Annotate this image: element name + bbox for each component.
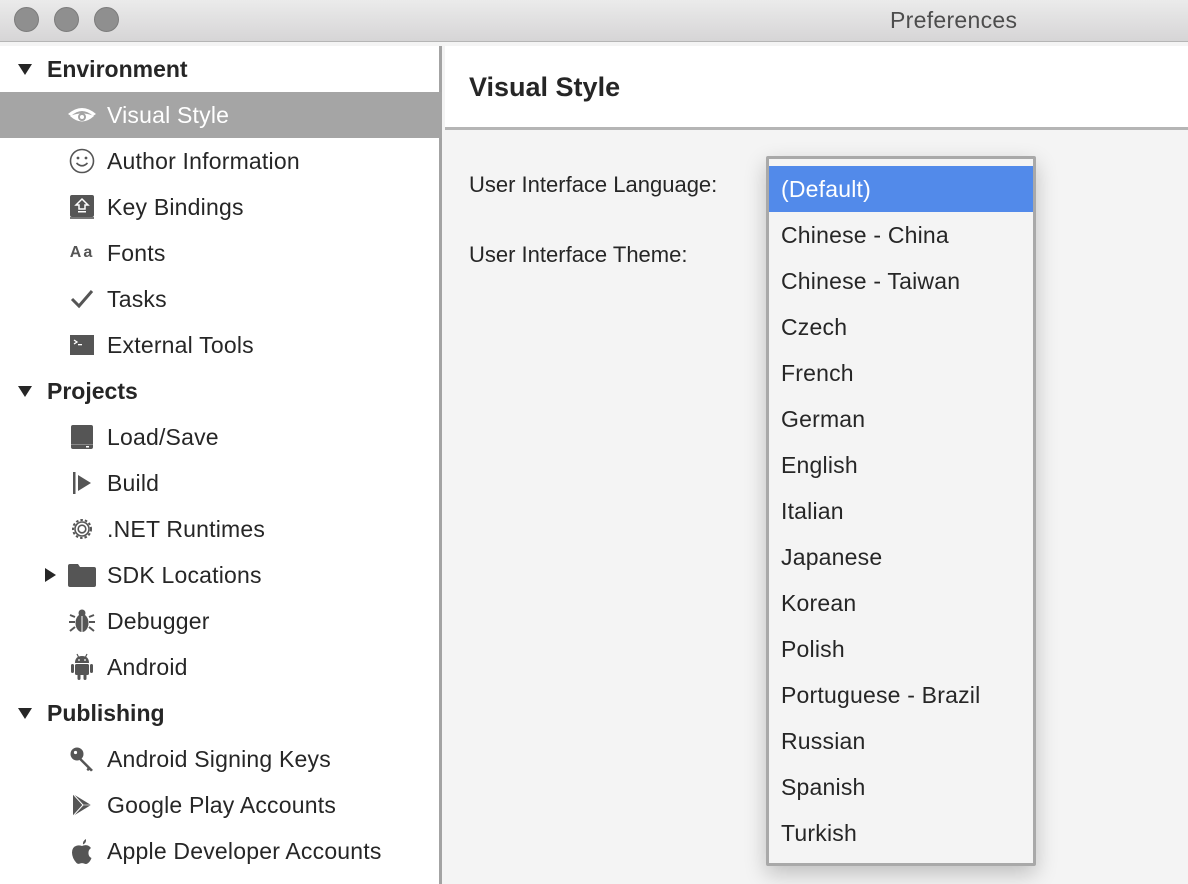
apple-icon xyxy=(66,835,98,867)
language-option[interactable]: Chinese - China xyxy=(769,212,1033,258)
sidebar-item-google-play-accounts[interactable]: Google Play Accounts xyxy=(0,782,442,828)
sidebar-item-debugger[interactable]: Debugger xyxy=(0,598,442,644)
sidebar-item-load-save[interactable]: Load/Save xyxy=(0,414,442,460)
language-option[interactable]: Japanese xyxy=(769,534,1033,580)
language-option[interactable]: Czech xyxy=(769,304,1033,350)
sidebar-item-label: Author Information xyxy=(107,147,300,174)
language-dropdown-menu[interactable]: (Default) Chinese - China Chinese - Taiw… xyxy=(766,156,1036,866)
language-label: User Interface Language: xyxy=(469,172,718,197)
page-title: Visual Style xyxy=(469,72,621,102)
sidebar-item-label: Fonts xyxy=(107,239,166,266)
sidebar-item-label: External Tools xyxy=(107,331,254,358)
key-icon xyxy=(66,743,98,775)
group-label: Environment xyxy=(47,55,188,82)
sidebar-item-author-information[interactable]: Author Information xyxy=(0,138,442,184)
language-option[interactable]: English xyxy=(769,442,1033,488)
window-title: Preferences xyxy=(890,7,1018,33)
sidebar-item-sdk-locations[interactable]: SDK Locations xyxy=(0,552,442,598)
sidebar-item-build[interactable]: Build xyxy=(0,460,442,506)
sidebar-item-label: Visual Style xyxy=(107,101,230,128)
disclosure-expanded-icon[interactable] xyxy=(18,384,32,398)
sidebar-item-label: Debugger xyxy=(107,607,210,634)
disk-drive-icon xyxy=(66,421,98,453)
sidebar-item-android[interactable]: Android xyxy=(0,644,442,690)
language-option[interactable]: Russian xyxy=(769,718,1033,764)
keyboard-key-icon xyxy=(66,191,98,223)
sidebar-item-label: Build xyxy=(107,469,160,496)
bug-icon xyxy=(66,605,98,637)
sidebar-group-publishing[interactable]: Publishing xyxy=(0,690,442,736)
language-option[interactable]: Spanish xyxy=(769,764,1033,810)
build-play-icon xyxy=(66,467,98,499)
zoom-window-button[interactable] xyxy=(94,7,119,32)
eye-icon xyxy=(66,99,98,131)
font-icon: Aa xyxy=(69,244,95,261)
sidebar-item-net-runtimes[interactable]: .NET Runtimes xyxy=(0,506,442,552)
google-play-icon xyxy=(66,789,98,821)
terminal-icon xyxy=(66,329,98,361)
language-option[interactable]: Turkish xyxy=(769,810,1033,856)
panel-header: Visual Style xyxy=(445,46,1188,130)
sidebar-item-label: Load/Save xyxy=(107,423,219,450)
disclosure-collapsed-icon[interactable] xyxy=(43,568,57,582)
language-option[interactable]: German xyxy=(769,396,1033,442)
sidebar-item-android-signing-keys[interactable]: Android Signing Keys xyxy=(0,736,442,782)
sidebar-item-label: Android Signing Keys xyxy=(107,745,331,772)
language-option[interactable]: Portuguese - Brazil xyxy=(769,672,1033,718)
sidebar-item-label: SDK Locations xyxy=(107,561,262,588)
smiley-icon xyxy=(66,145,98,177)
close-window-button[interactable] xyxy=(14,7,39,32)
title-bar: Preferences xyxy=(0,0,1188,42)
language-option[interactable]: Polish xyxy=(769,626,1033,672)
sidebar-item-label: Key Bindings xyxy=(107,193,244,220)
sidebar-item-label: Android xyxy=(107,653,188,680)
sidebar-item-fonts[interactable]: Aa Fonts xyxy=(0,230,442,276)
sidebar-item-external-tools[interactable]: External Tools xyxy=(0,322,442,368)
minimize-window-button[interactable] xyxy=(54,7,79,32)
android-icon xyxy=(66,651,98,683)
sidebar-item-label: Apple Developer Accounts xyxy=(107,837,382,864)
language-option[interactable]: Italian xyxy=(769,488,1033,534)
sidebar-group-projects[interactable]: Projects xyxy=(0,368,442,414)
group-label: Projects xyxy=(47,377,138,404)
sidebar: Environment Visual Style Author Informat… xyxy=(0,46,442,884)
sidebar-group-environment[interactable]: Environment xyxy=(0,46,442,92)
language-option[interactable]: Korean xyxy=(769,580,1033,626)
sidebar-item-label: Tasks xyxy=(107,285,167,312)
disclosure-expanded-icon[interactable] xyxy=(18,62,32,76)
sidebar-item-apple-developer-accounts[interactable]: Apple Developer Accounts xyxy=(0,828,442,874)
sidebar-item-label: Google Play Accounts xyxy=(107,791,337,818)
group-label: Publishing xyxy=(47,699,165,726)
checkmark-icon xyxy=(66,283,98,315)
disclosure-expanded-icon[interactable] xyxy=(18,706,32,720)
theme-label: User Interface Theme: xyxy=(469,242,688,267)
language-option[interactable]: Chinese - Taiwan xyxy=(769,258,1033,304)
language-option[interactable]: (Default) xyxy=(769,166,1033,212)
folder-icon xyxy=(66,559,98,591)
sidebar-item-tasks[interactable]: Tasks xyxy=(0,276,442,322)
sidebar-item-key-bindings[interactable]: Key Bindings xyxy=(0,184,442,230)
gear-icon xyxy=(66,513,98,545)
language-option[interactable]: French xyxy=(769,350,1033,396)
sidebar-item-label: .NET Runtimes xyxy=(107,515,266,542)
sidebar-item-visual-style[interactable]: Visual Style xyxy=(0,92,442,138)
